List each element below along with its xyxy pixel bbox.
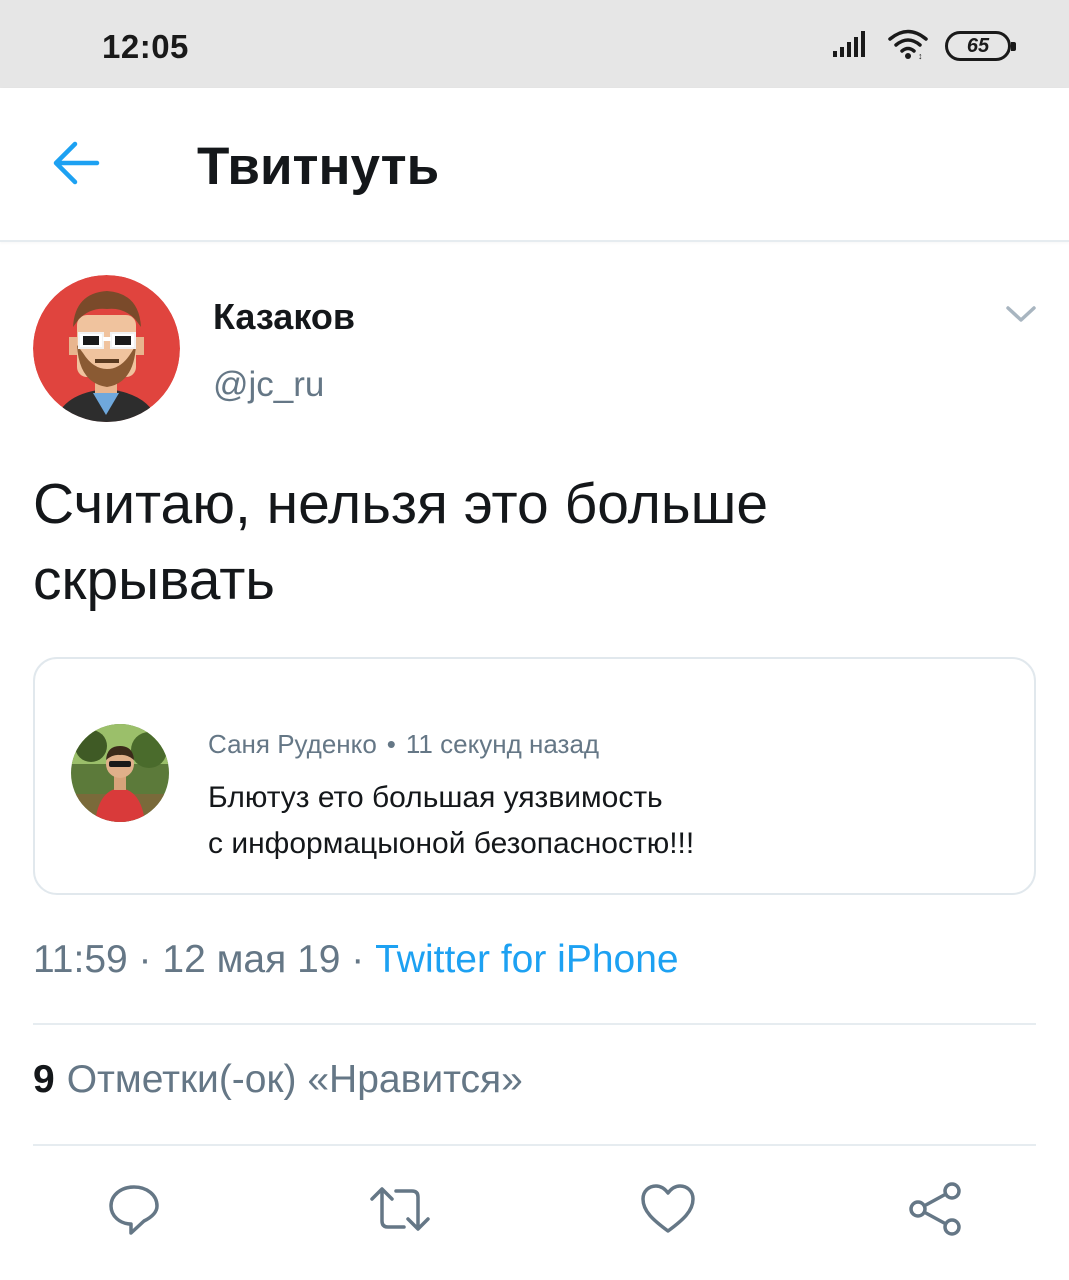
status-bar: 12:05 ↕ 65: [0, 0, 1069, 88]
quoted-text-line: Блютуз ето большая уязвимость: [208, 781, 663, 814]
likes-count: 9: [33, 1058, 55, 1101]
divider: [33, 1023, 1036, 1025]
tweet-date: 12 мая 19: [162, 938, 341, 981]
status-icons: ↕ 65: [831, 28, 1016, 65]
quoted-text-line: с информацыоной безопасностю!!!: [208, 827, 695, 860]
more-options-button[interactable]: [996, 296, 1046, 336]
quoted-separator: •: [386, 729, 396, 759]
share-icon: [906, 1180, 964, 1243]
author-handle[interactable]: @jc_ru: [213, 365, 324, 405]
tweet-time: 11:59: [33, 938, 128, 981]
quoted-text: Блютуз ето большая уязвимость с информац…: [208, 775, 988, 867]
signal-icon: [831, 29, 871, 64]
tweet-source-link[interactable]: Twitter for iPhone: [375, 938, 678, 981]
quoted-avatar: [71, 724, 169, 822]
reply-button[interactable]: [101, 1178, 167, 1244]
likes-line[interactable]: 9 Отметки(-ок) «Нравится»: [33, 1058, 523, 1102]
wifi-icon: ↕: [887, 28, 929, 65]
status-time: 12:05: [102, 28, 189, 65]
avatar[interactable]: [33, 275, 180, 422]
svg-text:↕: ↕: [918, 51, 923, 60]
divider: [33, 1144, 1036, 1146]
quoted-tweet[interactable]: Саня Руденко • 11 секунд назад Блютуз ето …: [33, 657, 1036, 895]
retweet-button[interactable]: [367, 1178, 433, 1244]
top-bar: Твитнуть: [0, 88, 1069, 242]
retweet-icon: [368, 1181, 432, 1242]
like-icon: [639, 1182, 697, 1241]
share-button[interactable]: [902, 1178, 968, 1244]
battery-level: 65: [966, 34, 990, 57]
chevron-down-icon: [1005, 304, 1037, 329]
quoted-author: Саня Руденко: [208, 729, 377, 759]
battery-icon: 65: [945, 31, 1016, 61]
quoted-time: 11 секунд назад: [405, 729, 600, 759]
quoted-meta: Саня Руденко • 11 секунд назад: [208, 729, 599, 760]
reply-icon: [106, 1181, 162, 1242]
like-button[interactable]: [635, 1178, 701, 1244]
tweet-text: Считаю, нельзя это больше скрывать: [33, 472, 769, 612]
meta-separator: ·: [138, 938, 152, 981]
back-button[interactable]: [44, 136, 108, 194]
meta-separator: ·: [351, 938, 365, 981]
back-arrow-icon: [51, 140, 101, 191]
tweet-meta: 11:59 · 12 мая 19 · Twitter for iPhone: [33, 938, 679, 982]
likes-label: Отметки(-ок) «Нравится»: [66, 1058, 523, 1101]
author-name[interactable]: Казаков: [213, 296, 355, 338]
page-title: Твитнуть: [197, 137, 440, 196]
